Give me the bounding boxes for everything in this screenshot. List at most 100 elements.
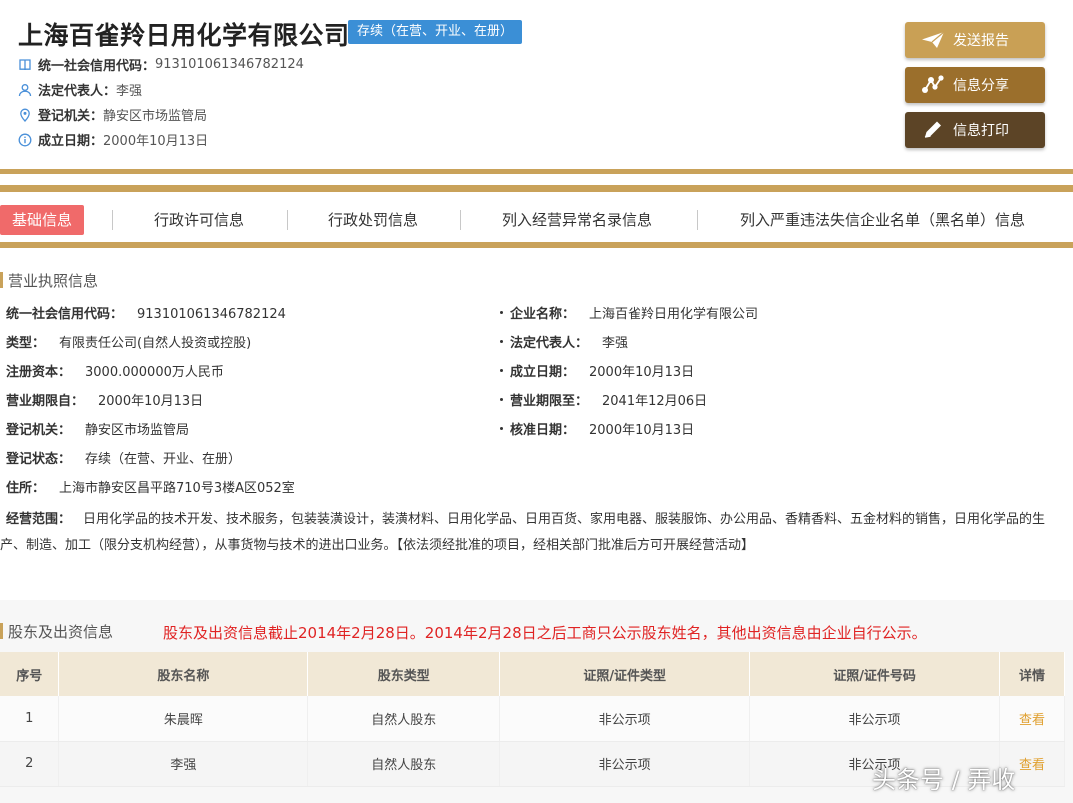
tab-basic-info[interactable]: 基础信息 bbox=[0, 205, 85, 235]
field-label: 类型： bbox=[6, 336, 46, 351]
field-value: 2000年10月13日 bbox=[589, 423, 695, 438]
share-info-button[interactable]: 信息分享 bbox=[905, 67, 1045, 103]
tabs-top-border bbox=[0, 185, 1073, 192]
user-icon bbox=[17, 82, 33, 98]
section-marker bbox=[0, 623, 3, 639]
meta-value: 静安区市场监管局 bbox=[103, 109, 208, 124]
status-badge: 存续（在营、开业、在册） bbox=[348, 20, 523, 44]
company-header: 上海百雀羚日用化学有限公司 存续（在营、开业、在册） 统一社会信用代码： 913… bbox=[0, 0, 1073, 168]
field-label: 登记机关： bbox=[6, 423, 72, 438]
column-header: 股东类型 bbox=[307, 652, 501, 696]
column-header: 证照/证件类型 bbox=[499, 652, 751, 696]
tab-separator bbox=[460, 210, 461, 230]
license-company-name: 企业名称： 上海百雀羚日用化学有限公司 bbox=[500, 305, 758, 325]
field-label: 营业期限自： bbox=[6, 394, 85, 409]
license-authority: 登记机关： 静安区市场监管局 bbox=[6, 421, 189, 441]
license-credit-code: 统一社会信用代码： 913101061346782124 bbox=[6, 305, 286, 325]
shareholder-name: 李强 bbox=[58, 741, 309, 787]
license-approval-date: 核准日期： 2000年10月13日 bbox=[500, 421, 694, 441]
meta-label: 法定代表人： bbox=[38, 84, 117, 99]
shareholder-notice: 股东及出资信息截止2014年2月28日。2014年2月28日之后工商只公示股东姓… bbox=[163, 624, 927, 642]
column-header: 股东名称 bbox=[58, 652, 309, 696]
paper-plane-icon bbox=[921, 30, 945, 50]
book-icon bbox=[17, 57, 33, 73]
license-established: 成立日期： 2000年10月13日 bbox=[500, 363, 694, 383]
field-label: 注册资本： bbox=[6, 365, 72, 380]
meta-label: 统一社会信用代码： bbox=[38, 59, 156, 74]
watermark-text: 头条号 / 弄收 bbox=[872, 766, 1016, 794]
info-icon bbox=[17, 132, 33, 148]
send-report-button[interactable]: 发送报告 bbox=[905, 22, 1045, 58]
row-index: 1 bbox=[0, 696, 60, 742]
bullet-dot bbox=[500, 311, 503, 314]
certificate-type: 非公示项 bbox=[499, 741, 751, 787]
field-value: 存续（在营、开业、在册） bbox=[85, 452, 242, 467]
meta-value: 2000年10月13日 bbox=[103, 134, 209, 149]
meta-credit-code: 统一社会信用代码： 913101061346782124 bbox=[17, 52, 304, 77]
detail-cell: 查看 bbox=[999, 696, 1065, 742]
license-address: 住所： 上海市静安区昌平路710号3楼A区052室 bbox=[6, 479, 295, 499]
field-value: 2000年10月13日 bbox=[98, 394, 204, 409]
meta-label: 成立日期： bbox=[38, 134, 104, 149]
license-legal-rep: 法定代表人： 李强 bbox=[500, 334, 628, 354]
shareholder-name: 朱晨晖 bbox=[58, 696, 309, 742]
bullet-dot bbox=[500, 427, 503, 430]
tab-separator bbox=[112, 210, 113, 230]
business-scope: 经营范围： 日用化学品的技术开发、技术服务，包装装潢设计，装潢材料、日用化学品、日… bbox=[0, 507, 1060, 559]
table-row: 1 朱晨晖 自然人股东 非公示项 非公示项 查看 bbox=[0, 696, 1065, 742]
license-status: 登记状态： 存续（在营、开业、在册） bbox=[6, 450, 241, 470]
section-marker bbox=[0, 272, 3, 288]
print-info-label: 信息打印 bbox=[953, 123, 1009, 139]
field-value: 2041年12月06日 bbox=[602, 394, 708, 409]
license-term-to: 营业期限至： 2041年12月06日 bbox=[500, 392, 707, 412]
meta-legal-rep: 法定代表人： 李强 bbox=[17, 77, 304, 102]
field-value: 日用化学品的技术开发、技术服务，包装装潢设计，装潢材料、日用化学品、日用百货、家… bbox=[0, 512, 1046, 553]
field-value: 上海市静安区昌平路710号3楼A区052室 bbox=[59, 481, 295, 496]
tab-blacklist[interactable]: 列入严重违法失信企业名单（黑名单）信息 bbox=[740, 205, 1025, 235]
bullet-dot bbox=[500, 398, 503, 401]
license-type: 类型： 有限责任公司(自然人投资或控股) bbox=[6, 334, 251, 354]
column-header: 序号 bbox=[0, 652, 60, 696]
info-tabs: 基础信息 行政许可信息 行政处罚信息 列入经营异常名录信息 列入严重违法失信企业… bbox=[0, 196, 1073, 242]
table-header-row: 序号 股东名称 股东类型 证照/证件类型 证照/证件号码 详情 bbox=[0, 652, 1065, 696]
field-value: 静安区市场监管局 bbox=[85, 423, 190, 438]
field-label: 住所： bbox=[6, 481, 46, 496]
meta-value: 李强 bbox=[116, 84, 143, 99]
meta-authority: 登记机关： 静安区市场监管局 bbox=[17, 102, 304, 127]
license-capital: 注册资本： 3000.000000万人民币 bbox=[6, 363, 224, 383]
company-meta-list: 统一社会信用代码： 913101061346782124 法定代表人： 李强 登… bbox=[17, 52, 304, 152]
view-detail-link[interactable]: 查看 bbox=[1019, 713, 1045, 728]
meta-value: 913101061346782124 bbox=[155, 57, 304, 72]
license-term-from: 营业期限自： 2000年10月13日 bbox=[6, 392, 203, 412]
header-divider bbox=[0, 169, 1073, 174]
license-section-heading: 营业执照信息 bbox=[0, 270, 98, 290]
tab-admin-license[interactable]: 行政许可信息 bbox=[154, 205, 244, 235]
field-label: 法定代表人： bbox=[510, 336, 589, 351]
tab-abnormal-list[interactable]: 列入经营异常名录信息 bbox=[502, 205, 652, 235]
tab-separator bbox=[287, 210, 288, 230]
shareholder-section-heading: 股东及出资信息 bbox=[0, 621, 113, 641]
share-info-label: 信息分享 bbox=[953, 78, 1009, 94]
field-label: 登记状态： bbox=[6, 452, 72, 467]
field-label: 企业名称： bbox=[510, 307, 576, 322]
meta-label: 登记机关： bbox=[38, 109, 104, 124]
tab-separator bbox=[697, 210, 698, 230]
bullet-dot bbox=[500, 340, 503, 343]
bullet-dot bbox=[500, 369, 503, 372]
tab-admin-penalty[interactable]: 行政处罚信息 bbox=[328, 205, 418, 235]
field-value: 2000年10月13日 bbox=[589, 365, 695, 380]
shareholder-section-title: 股东及出资信息 bbox=[8, 622, 114, 641]
field-value: 913101061346782124 bbox=[137, 307, 286, 322]
company-name: 上海百雀羚日用化学有限公司 bbox=[18, 21, 350, 50]
field-label: 成立日期： bbox=[510, 365, 576, 380]
certificate-type: 非公示项 bbox=[499, 696, 751, 742]
field-value: 李强 bbox=[602, 336, 629, 351]
print-info-button[interactable]: 信息打印 bbox=[905, 112, 1045, 148]
shareholder-type: 自然人股东 bbox=[307, 741, 501, 787]
view-detail-link[interactable]: 查看 bbox=[1019, 758, 1045, 773]
location-pin-icon bbox=[17, 107, 33, 123]
field-label: 核准日期： bbox=[510, 423, 576, 438]
license-section-title: 营业执照信息 bbox=[8, 271, 99, 290]
shareholder-type: 自然人股东 bbox=[307, 696, 501, 742]
field-value: 3000.000000万人民币 bbox=[85, 365, 224, 380]
